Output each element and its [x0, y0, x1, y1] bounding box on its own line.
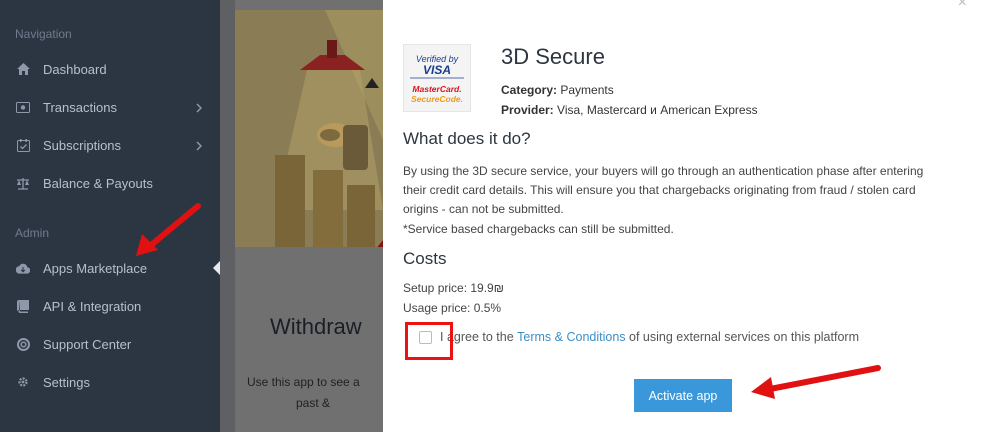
app-logo: Verified by VISA MasterCard. SecureCode. [403, 44, 471, 112]
provider-label: Provider: [501, 103, 554, 117]
book-icon [16, 299, 30, 313]
sidebar-item-label: Transactions [43, 99, 117, 115]
nav-heading-admin: Admin [15, 226, 50, 240]
sidebar-item-label: Support Center [43, 336, 132, 352]
category-row: Category: Payments [501, 83, 614, 97]
costs-heading: Costs [403, 249, 447, 268]
service-note: *Service based chargebacks can still be … [403, 222, 674, 236]
sidebar-item-dashboard[interactable]: Dashboard [0, 54, 220, 84]
what-description: By using the 3D secure service, your buy… [403, 164, 924, 216]
svg-text:SecureCode.: SecureCode. [411, 94, 463, 104]
sidebar-item-support-center[interactable]: Support Center [0, 329, 220, 359]
app-card-description: Use this app to see a [247, 375, 360, 389]
close-icon[interactable]: × [958, 0, 967, 12]
sidebar-item-label: Dashboard [43, 61, 107, 77]
subscriptions-icon [16, 138, 30, 152]
app-details-modal: × Verified by VISA MasterCard. SecureCod… [383, 0, 981, 432]
provider-row: Provider: Visa, Mastercard и American Ex… [501, 103, 758, 117]
sidebar-item-label: API & Integration [43, 298, 142, 314]
app-card[interactable] [235, 0, 383, 432]
sidebar-item-balance-payouts[interactable]: Balance & Payouts [0, 168, 220, 198]
lifebuoy-icon [16, 337, 30, 351]
sidebar-item-apps-marketplace[interactable]: Apps Marketplace [0, 253, 220, 283]
app-card-description-2: past & [296, 396, 331, 410]
setup-price: Setup price: 19.9₪ [403, 281, 504, 295]
sidebar: Navigation Dashboard Transactions Subscr… [0, 0, 221, 432]
sidebar-item-label: Balance & Payouts [43, 175, 153, 191]
svg-text:MasterCard.: MasterCard. [412, 84, 461, 94]
sidebar-item-label: Subscriptions [43, 137, 122, 153]
terms-link[interactable]: Terms & Conditions [517, 330, 625, 344]
nav-heading-navigation: Navigation [15, 27, 72, 41]
sidebar-item-settings[interactable]: Settings [0, 367, 220, 397]
sidebar-item-subscriptions[interactable]: Subscriptions [0, 130, 220, 160]
modal-title: 3D Secure [501, 44, 605, 69]
transactions-icon [16, 100, 30, 114]
category-label: Category: [501, 83, 558, 97]
category-value: Payments [560, 83, 614, 97]
svg-text:VISA: VISA [423, 63, 451, 77]
chevron-right-icon [196, 101, 203, 116]
what-heading: What does it do? [403, 129, 531, 148]
agree-row: I agree to the Terms & Conditions of usi… [419, 330, 859, 344]
sidebar-item-label: Settings [43, 374, 90, 390]
sidebar-item-transactions[interactable]: Transactions [0, 92, 220, 122]
agree-suffix: of using external services on this platf… [629, 330, 859, 344]
sidebar-item-label: Apps Marketplace [43, 260, 148, 276]
sidebar-item-api-integration[interactable]: API & Integration [0, 291, 220, 321]
dashboard-icon [16, 62, 30, 76]
activate-app-button[interactable]: Activate app [634, 379, 732, 412]
provider-value: Visa, Mastercard и American Express [557, 103, 758, 117]
app-card-illustration [235, 10, 383, 247]
gear-icon [16, 375, 30, 389]
balance-icon [16, 176, 30, 190]
checkbox-highlight-box [405, 322, 453, 360]
app-card-title: Withdraw [270, 314, 362, 339]
chevron-right-icon [196, 139, 203, 154]
usage-price: Usage price: 0.5% [403, 301, 502, 315]
cloud-download-icon [16, 261, 30, 275]
